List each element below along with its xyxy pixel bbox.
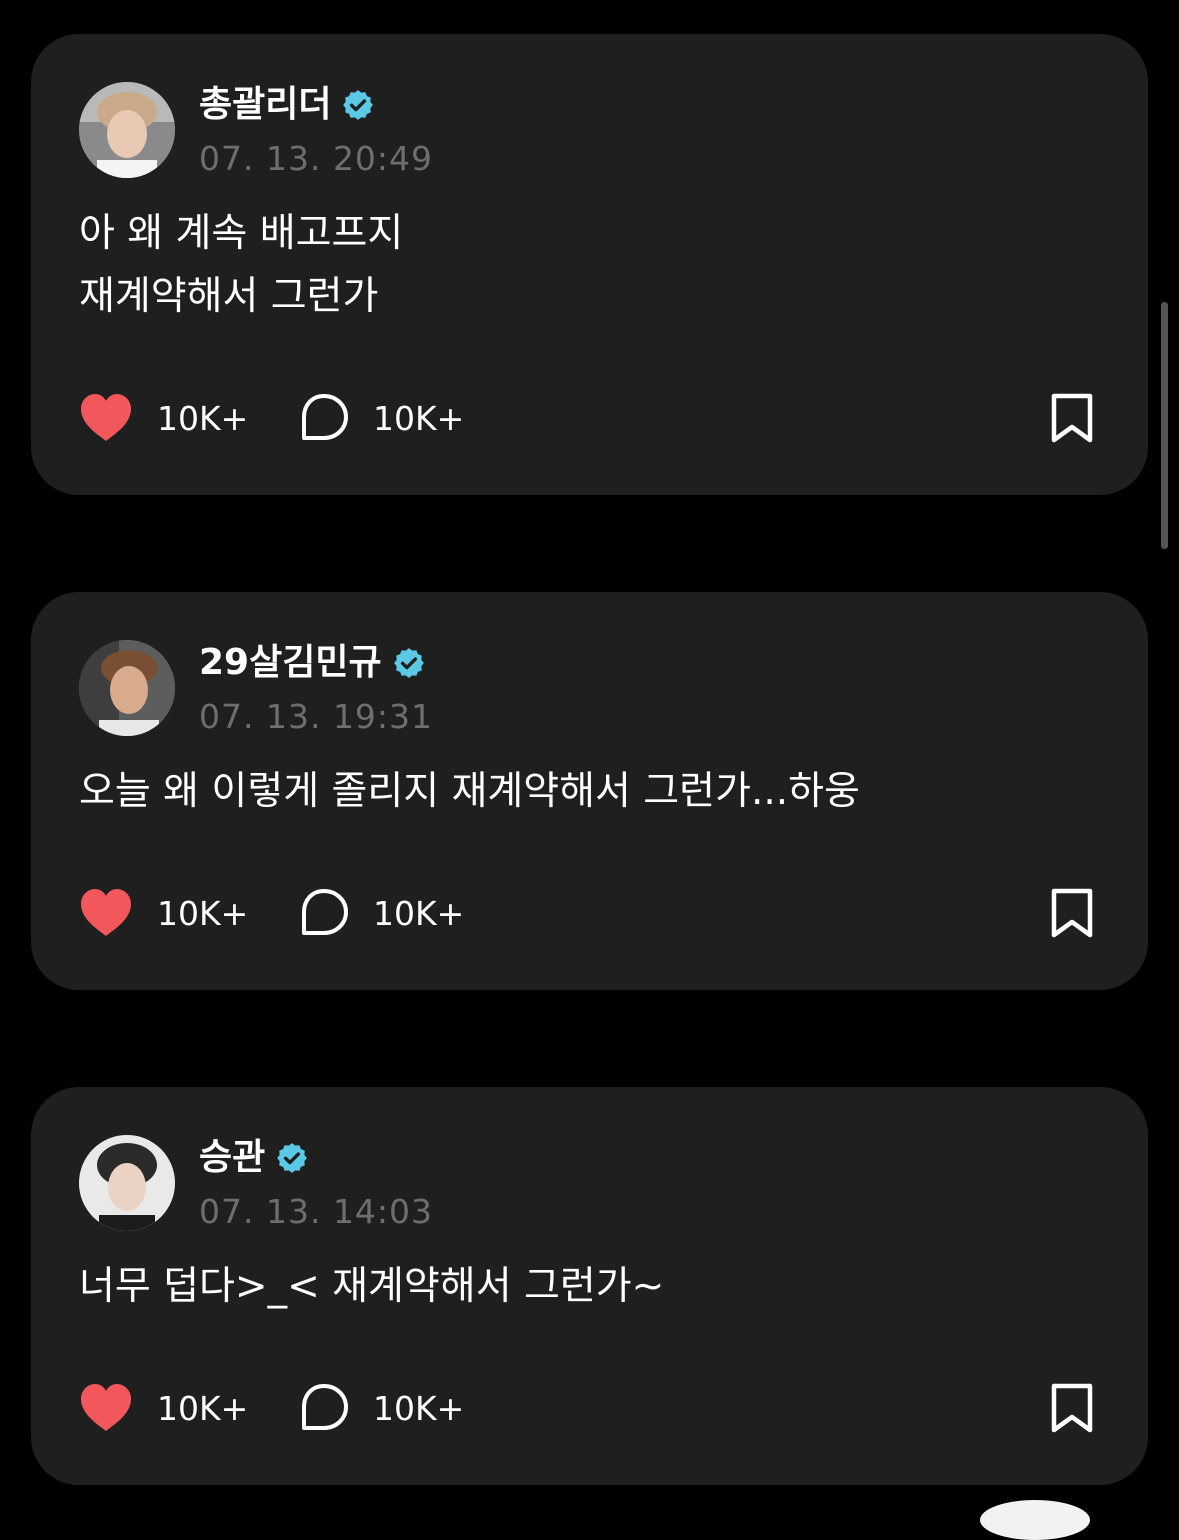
author-row: 29살김민규 — [199, 640, 426, 686]
heart-icon — [81, 1384, 131, 1431]
action-bar: 10K+ 10K+ — [79, 883, 1100, 943]
comment-count: 10K+ — [373, 1388, 465, 1428]
comment-bubble-icon — [302, 1384, 348, 1430]
heart-icon — [81, 394, 131, 441]
bookmark-icon — [1051, 888, 1093, 938]
bookmark-button[interactable] — [1044, 1380, 1100, 1436]
username[interactable]: 총괄리더 — [199, 82, 331, 128]
post-text: 너무 덥다>_< 재계약해서 그런가~ — [79, 1264, 665, 1309]
author-row: 총괄리더 — [199, 82, 375, 128]
avatar-photo — [79, 640, 175, 736]
timestamp: 07. 13. 14:03 — [199, 1192, 434, 1231]
action-bar: 10K+ 10K+ — [79, 388, 1100, 448]
heart-icon — [81, 889, 131, 936]
comment-count: 10K+ — [373, 398, 465, 438]
scrollbar[interactable] — [1161, 302, 1168, 549]
bookmark-icon — [1051, 1383, 1093, 1433]
avatar[interactable] — [79, 1135, 175, 1231]
post-text: 아 왜 계속 배고프지 재계약해서 그런가 — [79, 211, 404, 319]
post-card[interactable]: 승관 07. 13. 14:03 너무 덥다>_< 재계약해서 그런가~ 10K… — [31, 1087, 1148, 1485]
avatar[interactable] — [79, 82, 175, 178]
like-count: 10K+ — [157, 1388, 249, 1428]
like-count: 10K+ — [157, 893, 249, 933]
comment-count: 10K+ — [373, 893, 465, 933]
like-count: 10K+ — [157, 398, 249, 438]
bookmark-icon — [1051, 393, 1093, 443]
timestamp: 07. 13. 19:31 — [199, 697, 434, 736]
like-button[interactable]: 10K+ — [79, 1378, 248, 1438]
post-feed: 총괄리더 07. 13. 20:49 아 왜 계속 배고프지 재계약해서 그런가… — [0, 0, 1179, 1540]
like-button[interactable]: 10K+ — [79, 388, 248, 448]
post-card[interactable]: 29살김민규 07. 13. 19:31 오늘 왜 이렇게 졸리지 재계약해서 … — [31, 592, 1148, 990]
floating-button-edge[interactable] — [980, 1500, 1090, 1540]
avatar-photo — [79, 1135, 175, 1231]
comment-bubble-icon — [302, 394, 348, 440]
avatar-photo — [79, 82, 175, 178]
timestamp: 07. 13. 20:49 — [199, 139, 434, 178]
comment-bubble-icon — [302, 889, 348, 935]
verified-badge-icon — [277, 1143, 308, 1173]
post-card[interactable]: 총괄리더 07. 13. 20:49 아 왜 계속 배고프지 재계약해서 그런가… — [31, 34, 1148, 495]
post-text: 오늘 왜 이렇게 졸리지 재계약해서 그런가...하웅 — [79, 769, 860, 814]
verified-badge-icon — [343, 90, 374, 120]
bookmark-button[interactable] — [1044, 885, 1100, 941]
username[interactable]: 승관 — [199, 1135, 265, 1181]
bookmark-button[interactable] — [1044, 390, 1100, 446]
verified-badge-icon — [393, 648, 424, 678]
avatar[interactable] — [79, 640, 175, 736]
author-row: 승관 — [199, 1135, 309, 1181]
comment-button[interactable]: 10K+ — [299, 883, 464, 943]
comment-button[interactable]: 10K+ — [299, 388, 464, 448]
comment-button[interactable]: 10K+ — [299, 1378, 464, 1438]
username[interactable]: 29살김민규 — [199, 640, 382, 686]
like-button[interactable]: 10K+ — [79, 883, 248, 943]
action-bar: 10K+ 10K+ — [79, 1378, 1100, 1438]
